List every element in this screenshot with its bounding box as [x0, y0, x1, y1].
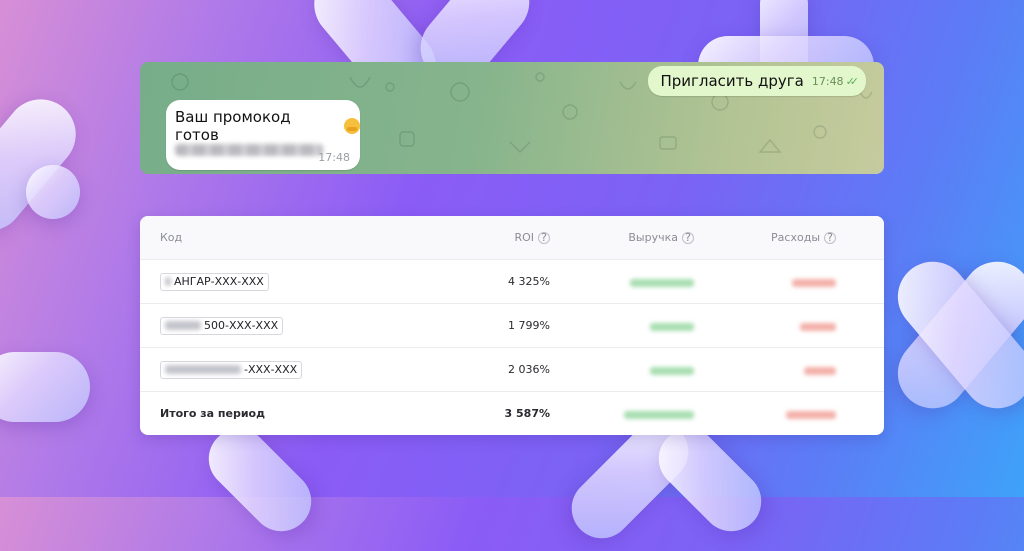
- help-icon[interactable]: ?: [682, 231, 694, 244]
- table-header: Код ROI? Выручка? Расходы?: [140, 216, 884, 260]
- blurred-revenue: [650, 322, 694, 331]
- column-header-code: Код: [160, 231, 183, 244]
- incoming-message: Ваш промокод готов 17:48: [166, 100, 360, 170]
- blurred-expenses: [792, 278, 836, 287]
- help-icon[interactable]: ?: [538, 231, 550, 244]
- decorative-shape: [0, 352, 90, 422]
- outgoing-message-time: 17:48 ✓✓: [811, 74, 860, 88]
- blurred-expenses: [786, 410, 836, 419]
- incoming-message-text: Ваш промокод готов: [175, 108, 291, 144]
- blurred-promo-code: [175, 144, 323, 156]
- hugging-face-emoji-icon: [344, 118, 360, 134]
- column-header-revenue: Выручка?: [628, 231, 694, 244]
- blurred-text: [165, 365, 241, 375]
- table-row: 500-ХХХ-ХХХ 1 799%: [140, 303, 884, 348]
- help-icon[interactable]: ?: [824, 231, 836, 244]
- promo-code-chip[interactable]: АНГАР-ХХХ-ХХХ: [160, 272, 269, 291]
- blurred-expenses: [800, 322, 836, 331]
- total-roi-value: 3 587%: [504, 406, 550, 420]
- blurred-revenue: [650, 366, 694, 375]
- blurred-revenue: [624, 410, 694, 419]
- table-row: АНГАР-ХХХ-ХХХ 4 325%: [140, 259, 884, 304]
- promo-code-chip[interactable]: -ХХХ-ХХХ: [160, 360, 303, 379]
- outgoing-message: Пригласить друга 17:48 ✓✓: [648, 66, 866, 96]
- blurred-text: [165, 321, 201, 331]
- chat-window: Пригласить друга 17:48 ✓✓ Ваш промокод го…: [140, 62, 884, 174]
- double-check-icon: ✓✓: [845, 74, 860, 88]
- promo-stats-table: Код ROI? Выручка? Расходы? АНГАР-ХХХ-ХХХ…: [140, 216, 884, 435]
- column-header-expenses: Расходы?: [771, 231, 836, 244]
- roi-value: 4 325%: [508, 274, 550, 288]
- blurred-revenue: [630, 278, 694, 287]
- outgoing-message-text: Пригласить друга: [660, 72, 804, 90]
- blurred-text: [165, 277, 171, 287]
- roi-value: 1 799%: [508, 318, 550, 332]
- decorative-shape: [196, 416, 324, 544]
- promo-code-chip[interactable]: 500-ХХХ-ХХХ: [160, 316, 284, 335]
- table-total-row: Итого за период 3 587%: [140, 391, 884, 435]
- total-label: Итого за период: [160, 406, 265, 420]
- decorative-circle: [26, 165, 80, 219]
- incoming-message-time: 17:48: [318, 151, 350, 164]
- roi-value: 2 036%: [508, 362, 550, 376]
- table-row: -ХХХ-ХХХ 2 036%: [140, 347, 884, 392]
- column-header-roi: ROI?: [514, 231, 550, 244]
- blurred-expenses: [804, 366, 836, 375]
